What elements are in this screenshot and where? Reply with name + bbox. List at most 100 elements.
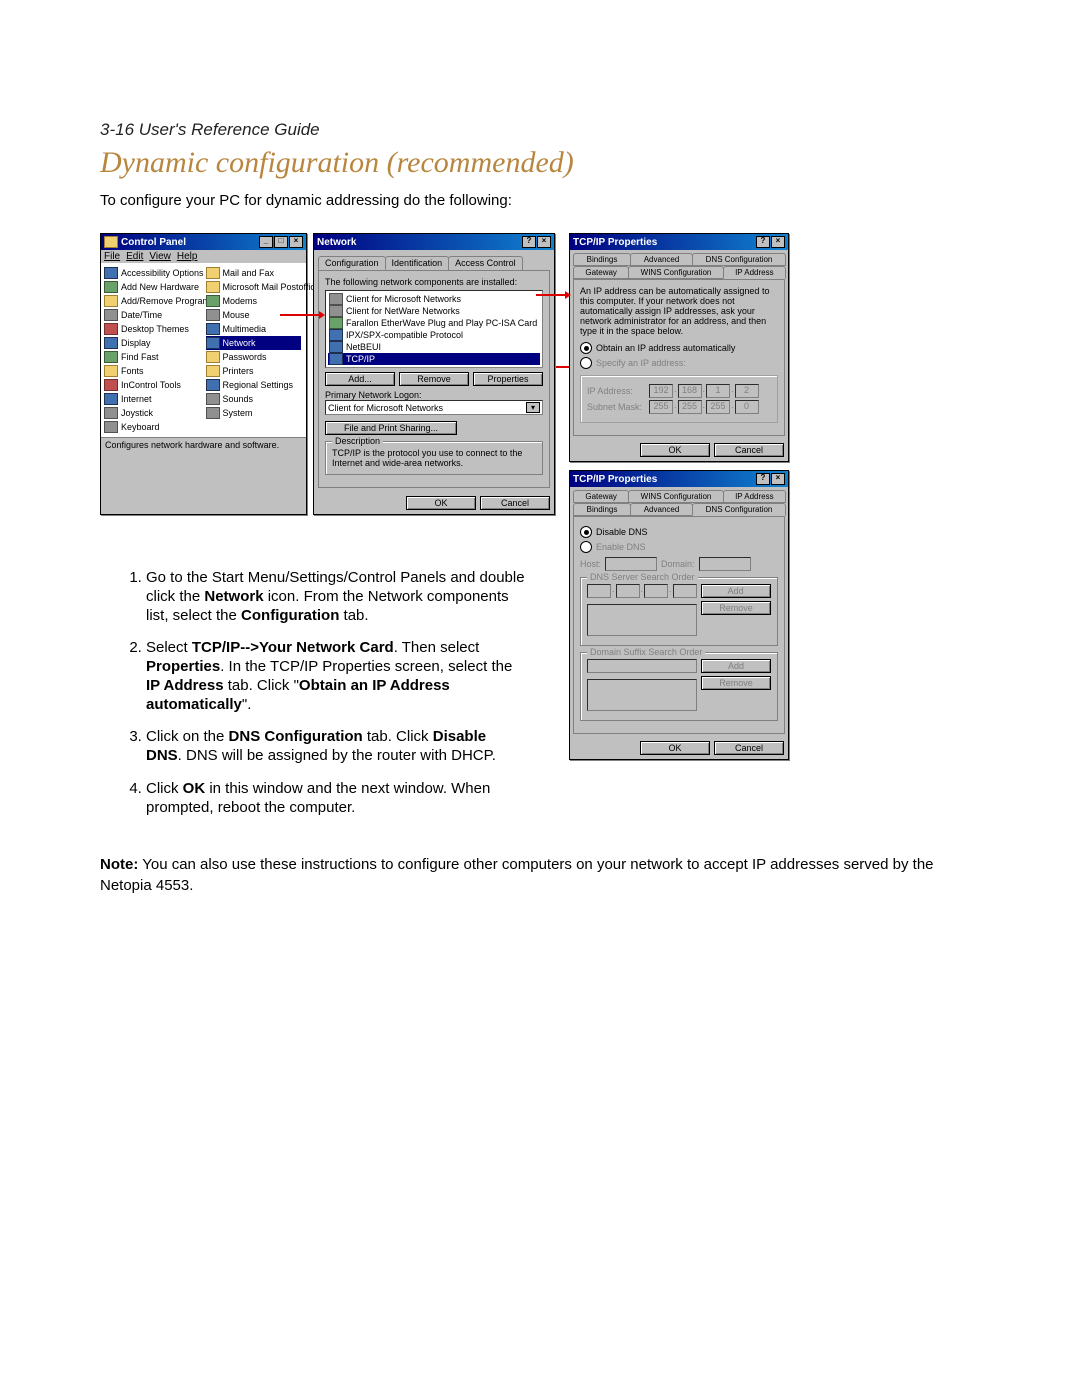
- item-icon: [104, 407, 118, 419]
- tab-configuration[interactable]: Configuration: [318, 256, 386, 270]
- cp-item[interactable]: Fonts: [104, 364, 200, 378]
- cp-item[interactable]: Find Fast: [104, 350, 200, 364]
- menubar[interactable]: File Edit View Help: [101, 250, 306, 263]
- radio-enable-dns[interactable]: Enable DNS: [580, 541, 778, 553]
- window-title: TCP/IP Properties: [573, 474, 657, 485]
- cp-item[interactable]: Sounds: [206, 392, 302, 406]
- cp-item[interactable]: Multimedia: [206, 322, 302, 336]
- host-label: Host:: [580, 559, 601, 569]
- logon-dropdown[interactable]: Client for Microsoft Networks▾: [325, 400, 543, 415]
- tab-dns-config[interactable]: DNS Configuration: [692, 253, 786, 266]
- close-icon[interactable]: ×: [537, 236, 551, 248]
- item-icon: [104, 309, 118, 321]
- cancel-button[interactable]: Cancel: [714, 741, 784, 755]
- item-icon: [206, 365, 220, 377]
- suffix-list: [587, 679, 697, 711]
- annotation-arrow: [536, 294, 566, 296]
- cp-item[interactable]: Desktop Themes: [104, 322, 200, 336]
- component-icon: [329, 341, 343, 353]
- menu-view[interactable]: View: [149, 251, 171, 262]
- minimize-icon[interactable]: _: [259, 236, 273, 248]
- item-icon: [104, 393, 118, 405]
- help-icon[interactable]: ?: [522, 236, 536, 248]
- item-icon: [206, 393, 220, 405]
- cp-item[interactable]: Regional Settings: [206, 378, 302, 392]
- tab-wins[interactable]: WINS Configuration: [628, 266, 723, 279]
- tab-access-control[interactable]: Access Control: [448, 256, 523, 270]
- component-icon: [329, 305, 343, 317]
- ok-button[interactable]: OK: [640, 741, 710, 755]
- tab-identification[interactable]: Identification: [385, 256, 450, 270]
- properties-button[interactable]: Properties: [473, 372, 543, 386]
- cp-item[interactable]: Joystick: [104, 406, 200, 420]
- item-icon: [206, 407, 220, 419]
- cp-item[interactable]: Add New Hardware: [104, 280, 200, 294]
- cp-item[interactable]: Mail and Fax: [206, 266, 302, 280]
- cp-item[interactable]: InControl Tools: [104, 378, 200, 392]
- file-print-sharing-button[interactable]: File and Print Sharing...: [325, 421, 457, 435]
- add-button[interactable]: Add...: [325, 372, 395, 386]
- tab-ip-address[interactable]: IP Address: [723, 490, 786, 503]
- cp-item[interactable]: Printers: [206, 364, 302, 378]
- cp-item-network[interactable]: Network: [206, 336, 302, 350]
- help-icon[interactable]: ?: [756, 236, 770, 248]
- cp-item[interactable]: Internet: [104, 392, 200, 406]
- ok-button[interactable]: OK: [640, 443, 710, 457]
- radio-icon: [580, 526, 592, 538]
- component-icon: [329, 353, 343, 365]
- control-panel-body: Accessibility Options Add New Hardware A…: [101, 263, 306, 437]
- group-legend: DNS Server Search Order: [587, 572, 698, 582]
- tab-bindings[interactable]: Bindings: [573, 503, 631, 516]
- components-list[interactable]: Client for Microsoft Networks Client for…: [325, 290, 543, 368]
- radio-icon: [580, 541, 592, 553]
- tab-gateway[interactable]: Gateway: [573, 490, 629, 503]
- close-icon[interactable]: ×: [771, 236, 785, 248]
- tab-wins[interactable]: WINS Configuration: [628, 490, 723, 503]
- item-icon: [104, 379, 118, 391]
- cancel-button[interactable]: Cancel: [714, 443, 784, 457]
- cp-item[interactable]: Accessibility Options: [104, 266, 200, 280]
- cancel-button[interactable]: Cancel: [480, 496, 550, 510]
- item-icon: [104, 365, 118, 377]
- tab-advanced[interactable]: Advanced: [630, 503, 693, 516]
- add-button: Add: [701, 659, 771, 673]
- maximize-icon[interactable]: □: [274, 236, 288, 248]
- chevron-down-icon: ▾: [526, 402, 540, 413]
- cp-item[interactable]: Add/Remove Programs: [104, 294, 200, 308]
- control-panel-icon: [104, 236, 118, 248]
- radio-specify[interactable]: Specify an IP address:: [580, 357, 778, 369]
- close-icon[interactable]: ×: [289, 236, 303, 248]
- cp-item[interactable]: Date/Time: [104, 308, 200, 322]
- menu-edit[interactable]: Edit: [126, 251, 143, 262]
- menu-help[interactable]: Help: [177, 251, 198, 262]
- radio-disable-dns[interactable]: Disable DNS: [580, 526, 778, 538]
- tab-ip-address[interactable]: IP Address: [723, 266, 786, 279]
- cp-item[interactable]: System: [206, 406, 302, 420]
- tab-gateway[interactable]: Gateway: [573, 266, 629, 279]
- mask-label: Subnet Mask:: [587, 402, 643, 412]
- suffix-input: [587, 659, 697, 673]
- cp-item[interactable]: Display: [104, 336, 200, 350]
- tab-advanced[interactable]: Advanced: [630, 253, 693, 266]
- component-icon: [329, 317, 343, 329]
- close-icon[interactable]: ×: [771, 473, 785, 485]
- remove-button[interactable]: Remove: [399, 372, 469, 386]
- cp-item[interactable]: Keyboard: [104, 420, 200, 434]
- ok-button[interactable]: OK: [406, 496, 476, 510]
- cp-item[interactable]: Modems: [206, 294, 302, 308]
- ip-address-field: 192. 168. 1. 2: [649, 384, 759, 398]
- host-input: [605, 557, 657, 571]
- radio-obtain-auto[interactable]: Obtain an IP address automatically: [580, 342, 778, 354]
- cp-item[interactable]: Microsoft Mail Postoffice: [206, 280, 302, 294]
- step-2: Select TCP/IP-->Your Network Card. Then …: [146, 639, 526, 714]
- help-icon[interactable]: ?: [756, 473, 770, 485]
- radio-icon: [580, 357, 592, 369]
- description-text: TCP/IP is the protocol you use to connec…: [332, 448, 536, 468]
- cp-item[interactable]: Passwords: [206, 350, 302, 364]
- tab-body: The following network components are ins…: [318, 270, 550, 488]
- tab-dns-config[interactable]: DNS Configuration: [692, 503, 786, 516]
- item-icon: [104, 421, 118, 433]
- menu-file[interactable]: File: [104, 251, 120, 262]
- suffix-search-group: Domain Suffix Search Order Add Remove: [580, 652, 778, 721]
- tab-bindings[interactable]: Bindings: [573, 253, 631, 266]
